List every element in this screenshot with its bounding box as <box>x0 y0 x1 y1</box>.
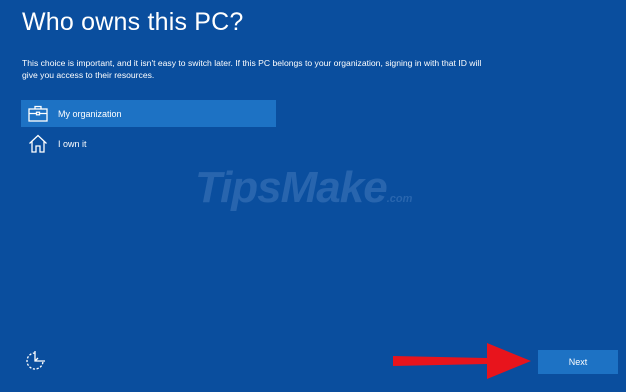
option-my-organization[interactable]: My organization <box>21 100 276 127</box>
option-label: My organization <box>58 108 122 119</box>
ease-of-access-icon[interactable] <box>24 350 46 372</box>
briefcase-icon <box>27 104 49 124</box>
page-description: This choice is important, and it isn't e… <box>22 58 482 80</box>
option-label: I own it <box>58 138 87 149</box>
home-icon <box>27 134 49 154</box>
option-i-own-it[interactable]: I own it <box>21 130 276 157</box>
page-title: Who owns this PC? <box>22 8 244 36</box>
watermark-logo: TipsMake.com <box>195 163 413 212</box>
red-arrow-annotation <box>393 343 531 379</box>
next-button[interactable]: Next <box>538 350 618 374</box>
